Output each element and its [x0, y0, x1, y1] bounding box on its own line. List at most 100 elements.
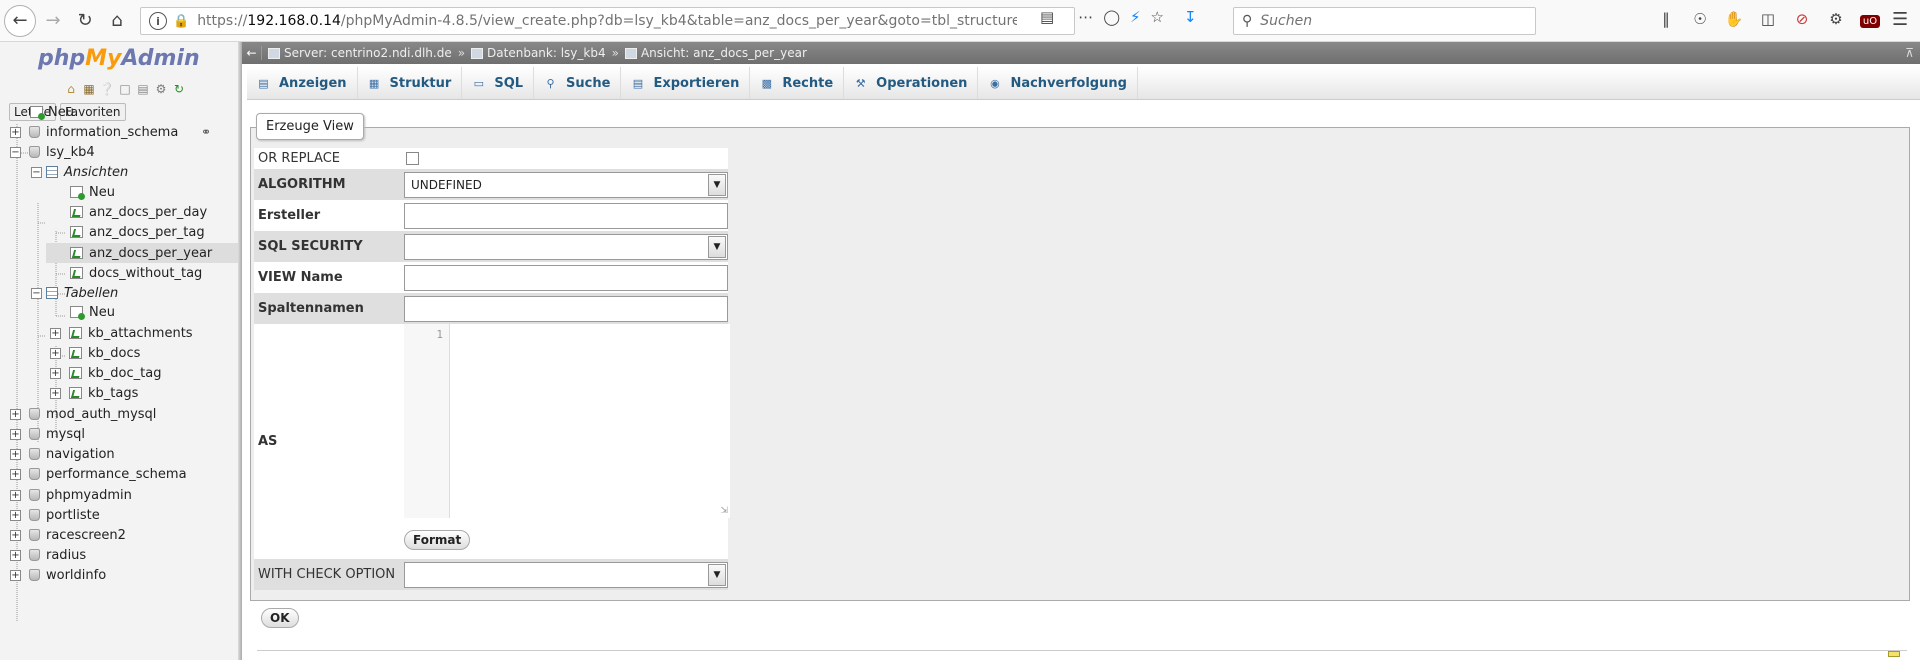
view-name-input[interactable] [404, 264, 728, 291]
url-text[interactable]: https://192.168.0.14/phpMyAdmin-4.8.5/vi… [197, 13, 1017, 29]
sql-security-select[interactable]: ▼ [404, 233, 728, 260]
tree-item-database[interactable]: + worldinfo [10, 565, 106, 585]
home-icon[interactable]: ⌂ [102, 6, 132, 36]
expand-icon[interactable]: + [50, 367, 61, 379]
reader-view-icon[interactable]: ▤ [1040, 8, 1054, 26]
tree-item-table[interactable]: + kb_attachments [50, 323, 193, 343]
expand-icon[interactable]: + [10, 569, 21, 581]
tree-item-view[interactable]: anz_docs_per_day [70, 202, 207, 222]
info-icon[interactable]: i [149, 12, 167, 30]
with-check-option-select[interactable]: ▼ [404, 561, 728, 588]
expand-icon[interactable]: + [10, 549, 21, 561]
or-replace-checkbox[interactable] [406, 152, 419, 165]
reload-icon[interactable]: ↻ [70, 6, 100, 36]
url-bar[interactable]: i 🔒 https://192.168.0.14/phpMyAdmin-4.8.… [140, 7, 1075, 35]
tree-item-views-group[interactable]: − Ansichten [31, 162, 128, 182]
tree-item-new-view[interactable]: Neu [70, 182, 115, 202]
ublock-icon[interactable]: uO [1859, 10, 1881, 28]
lightning-icon[interactable]: ⚡ [1130, 8, 1141, 26]
collapse-icon[interactable]: − [10, 146, 21, 158]
expand-icon[interactable]: + [50, 387, 61, 399]
back-arrow-icon[interactable]: ← [4, 4, 36, 37]
library-icon[interactable]: ‖ [1655, 10, 1677, 28]
noscript-icon[interactable]: ⊘ [1791, 10, 1813, 28]
tree-item-database[interactable]: + radius [10, 545, 86, 565]
settings-gear-icon[interactable]: ⚙ [1825, 10, 1847, 28]
help-icon[interactable]: ❔ [100, 82, 115, 96]
tree-item-table[interactable]: + kb_doc_tag [50, 363, 161, 383]
tree-item-table[interactable]: + kb_docs [50, 343, 140, 363]
tree-item-database[interactable]: + mod_auth_mysql [10, 404, 156, 424]
dropdown-arrow-icon[interactable]: ▼ [708, 563, 726, 586]
tree-item-database[interactable]: + mysql [10, 424, 85, 444]
tree-item-view[interactable]: docs_without_tag [70, 263, 202, 283]
expand-icon[interactable]: + [10, 408, 21, 420]
settings-gear-icon[interactable]: ⚙ [154, 82, 168, 96]
resize-grip-icon[interactable]: ⇲ [720, 506, 728, 516]
home-icon[interactable]: ⌂ [64, 82, 78, 96]
collapse-icon[interactable]: − [31, 166, 42, 178]
search-bar[interactable]: ⚲ Suchen [1233, 7, 1536, 35]
download-icon[interactable]: ↧ [1184, 8, 1197, 26]
sql-code-editor[interactable]: 1 ⇲ [404, 324, 730, 518]
sidebar-icon[interactable]: ◫ [1757, 10, 1779, 28]
tab-privileges[interactable]: ▩ Rechte [750, 67, 845, 99]
format-button[interactable]: Format [404, 530, 471, 550]
expand-icon[interactable]: + [50, 327, 61, 339]
forward-arrow-icon[interactable]: → [38, 6, 68, 36]
tree-item-new-table[interactable]: Neu [70, 302, 115, 322]
collapse-icon[interactable]: − [31, 287, 42, 299]
tree-item-lsy-kb4[interactable]: − lsy_kb4 [10, 142, 95, 162]
pocket-icon[interactable]: ◯ [1103, 8, 1120, 26]
expand-icon[interactable]: + [10, 126, 21, 138]
dropdown-arrow-icon[interactable]: ▼ [708, 235, 726, 258]
tree-item-tables-group[interactable]: − Tabellen [31, 283, 118, 303]
tab-tracking[interactable]: ◉ Nachverfolgung [978, 67, 1138, 99]
documentation-icon[interactable]: □ [118, 82, 132, 96]
collapse-nav-arrow-icon[interactable]: ← [242, 46, 262, 60]
tree-item-view-selected[interactable]: anz_docs_per_year [46, 243, 238, 263]
expand-icon[interactable]: + [50, 347, 61, 359]
tree-item-database[interactable]: + phpmyadmin [10, 485, 132, 505]
tree-item-database[interactable]: + portliste [10, 505, 100, 525]
sql-docs-icon[interactable]: ▤ [136, 82, 150, 96]
breadcrumb-view[interactable]: Ansicht: anz_docs_per_year [624, 46, 807, 60]
tree-item-database[interactable]: + performance_schema [10, 464, 187, 484]
definer-input[interactable] [404, 202, 728, 229]
tab-search[interactable]: ⚲ Suche [534, 67, 622, 99]
breadcrumb-database[interactable]: Datenbank: lsy_kb4 [471, 46, 606, 60]
console-icon[interactable] [1888, 651, 1900, 657]
expand-icon[interactable]: + [10, 509, 21, 521]
collapse-topbar-icon[interactable]: ⊼ [1905, 46, 1914, 60]
expand-icon[interactable]: + [10, 448, 21, 460]
expand-icon[interactable]: + [10, 428, 21, 440]
reload-icon[interactable]: ↻ [172, 82, 186, 96]
dropdown-arrow-icon[interactable]: ▼ [708, 173, 726, 196]
extension-hand-icon[interactable]: ✋ [1723, 10, 1745, 28]
insecure-lock-icon[interactable]: 🔒 [173, 14, 189, 29]
column-names-input[interactable] [404, 295, 728, 322]
algorithm-select[interactable]: UNDEFINED ▼ [404, 171, 728, 198]
tab-sql[interactable]: ▭ SQL [462, 67, 535, 99]
breadcrumb-server[interactable]: Server: centrino2.ndi.dlh.de [268, 46, 452, 60]
tree-item-database[interactable]: + racescreen2 [10, 525, 126, 545]
ok-button[interactable]: OK [261, 608, 299, 628]
tab-export[interactable]: ▤ Exportieren [621, 67, 751, 99]
tab-browse[interactable]: ▤ Anzeigen [247, 67, 358, 99]
menu-hamburger-icon[interactable]: ☰ [1892, 9, 1908, 30]
tree-item-information-schema[interactable]: + information_schema [10, 122, 178, 142]
globe-icon[interactable]: ☉ [1689, 10, 1711, 28]
tab-structure[interactable]: ▦ Struktur [358, 67, 463, 99]
more-actions-icon[interactable]: ⋯ [1078, 8, 1093, 26]
expand-icon[interactable]: + [10, 529, 21, 541]
code-input-area[interactable]: ⇲ [450, 324, 730, 518]
bookmark-star-icon[interactable]: ☆ [1151, 8, 1164, 26]
tree-item-view[interactable]: anz_docs_per_tag [70, 222, 205, 242]
phpmyadmin-logo[interactable]: phpMyAdmin [38, 46, 200, 71]
expand-icon[interactable]: + [10, 489, 21, 501]
log-out-icon[interactable]: ▦ [82, 82, 96, 96]
expand-icon[interactable]: + [10, 468, 21, 480]
tab-operations[interactable]: ⚒ Operationen [844, 67, 979, 99]
tree-item-database[interactable]: + navigation [10, 444, 115, 464]
tree-item-table[interactable]: + kb_tags [50, 383, 138, 403]
